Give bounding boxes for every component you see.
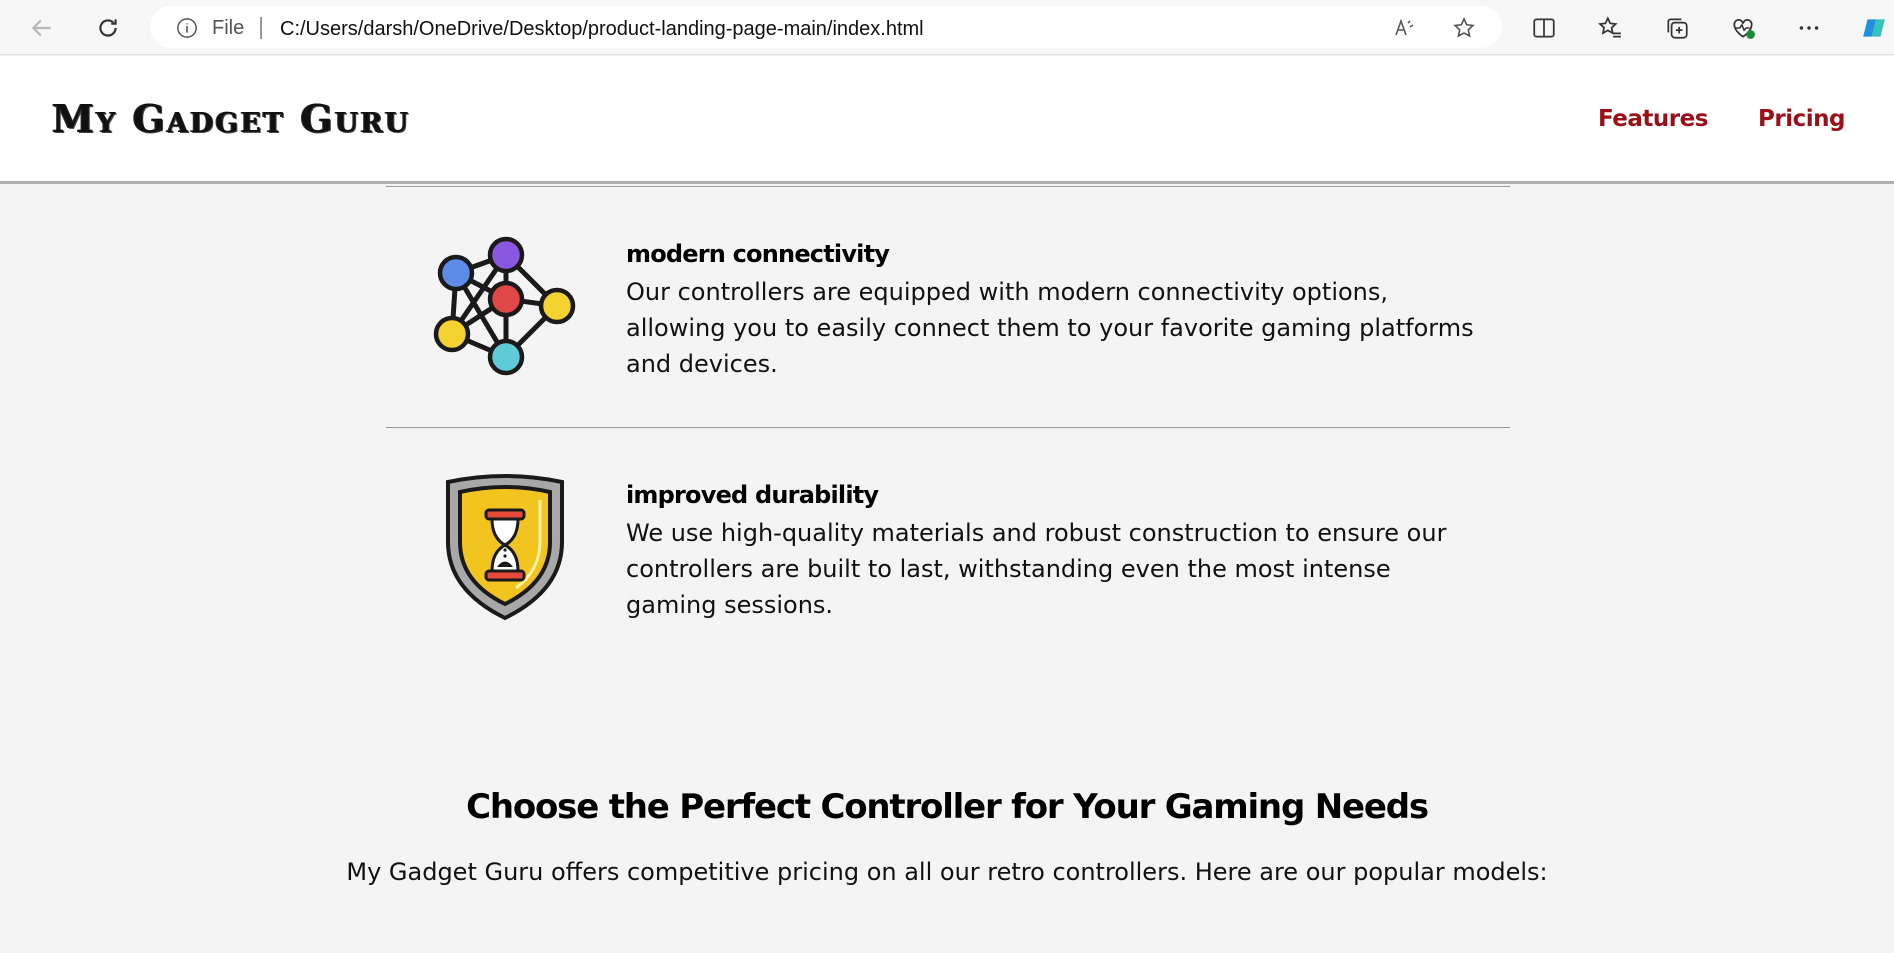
feature-description: Our controllers are equipped with modern… [626, 278, 1474, 378]
read-aloud-icon[interactable] [1393, 16, 1417, 40]
back-button[interactable] [22, 8, 62, 48]
address-bar[interactable]: File C:/Users/darsh/OneDrive/Desktop/pro… [150, 6, 1502, 48]
favorites-button[interactable] [1594, 12, 1626, 44]
browser-toolbar: File C:/Users/darsh/OneDrive/Desktop/pro… [0, 0, 1894, 55]
more-options-button[interactable] [1793, 12, 1825, 44]
feature-description: We use high-quality materials and robust… [626, 519, 1447, 619]
copilot-icon [1863, 19, 1885, 37]
pricing-heading: Choose the Perfect Controller for Your G… [466, 787, 1429, 827]
copilot-button[interactable] [1858, 12, 1890, 44]
pricing-description: My Gadget Guru offers competitive pricin… [346, 858, 1548, 886]
collections-icon [1667, 18, 1688, 39]
nav-link-features[interactable]: Features [1598, 106, 1708, 132]
shield-hourglass-icon [446, 474, 564, 621]
network-nodes-icon [433, 236, 576, 376]
refresh-icon [99, 19, 117, 37]
feature-title: Modern Connectivity [626, 240, 890, 268]
url-text[interactable]: C:/Users/darsh/OneDrive/Desktop/product-… [280, 18, 924, 41]
split-screen-icon [1533, 18, 1555, 38]
site-header: My Gadget Guru Features Pricing [0, 56, 1894, 184]
site-logo[interactable]: My Gadget Guru [52, 96, 410, 141]
favorites-icon [1598, 16, 1621, 38]
browser-health-button[interactable] [1727, 12, 1759, 44]
more-options-icon [1799, 26, 1819, 30]
nav-link-pricing[interactable]: Pricing [1758, 106, 1845, 132]
collections-button[interactable] [1661, 12, 1693, 44]
info-icon[interactable] [176, 17, 198, 39]
feature-title: Improved Durability [626, 481, 879, 509]
refresh-button[interactable] [88, 8, 128, 48]
feature-divider [386, 427, 1510, 428]
browser-health-icon [1733, 19, 1755, 39]
favorite-star-icon[interactable] [1452, 16, 1476, 40]
feature-divider [386, 186, 1510, 187]
address-divider [260, 17, 262, 39]
file-label: File [212, 17, 245, 39]
back-arrow-icon [31, 19, 51, 37]
split-screen-button[interactable] [1528, 12, 1560, 44]
